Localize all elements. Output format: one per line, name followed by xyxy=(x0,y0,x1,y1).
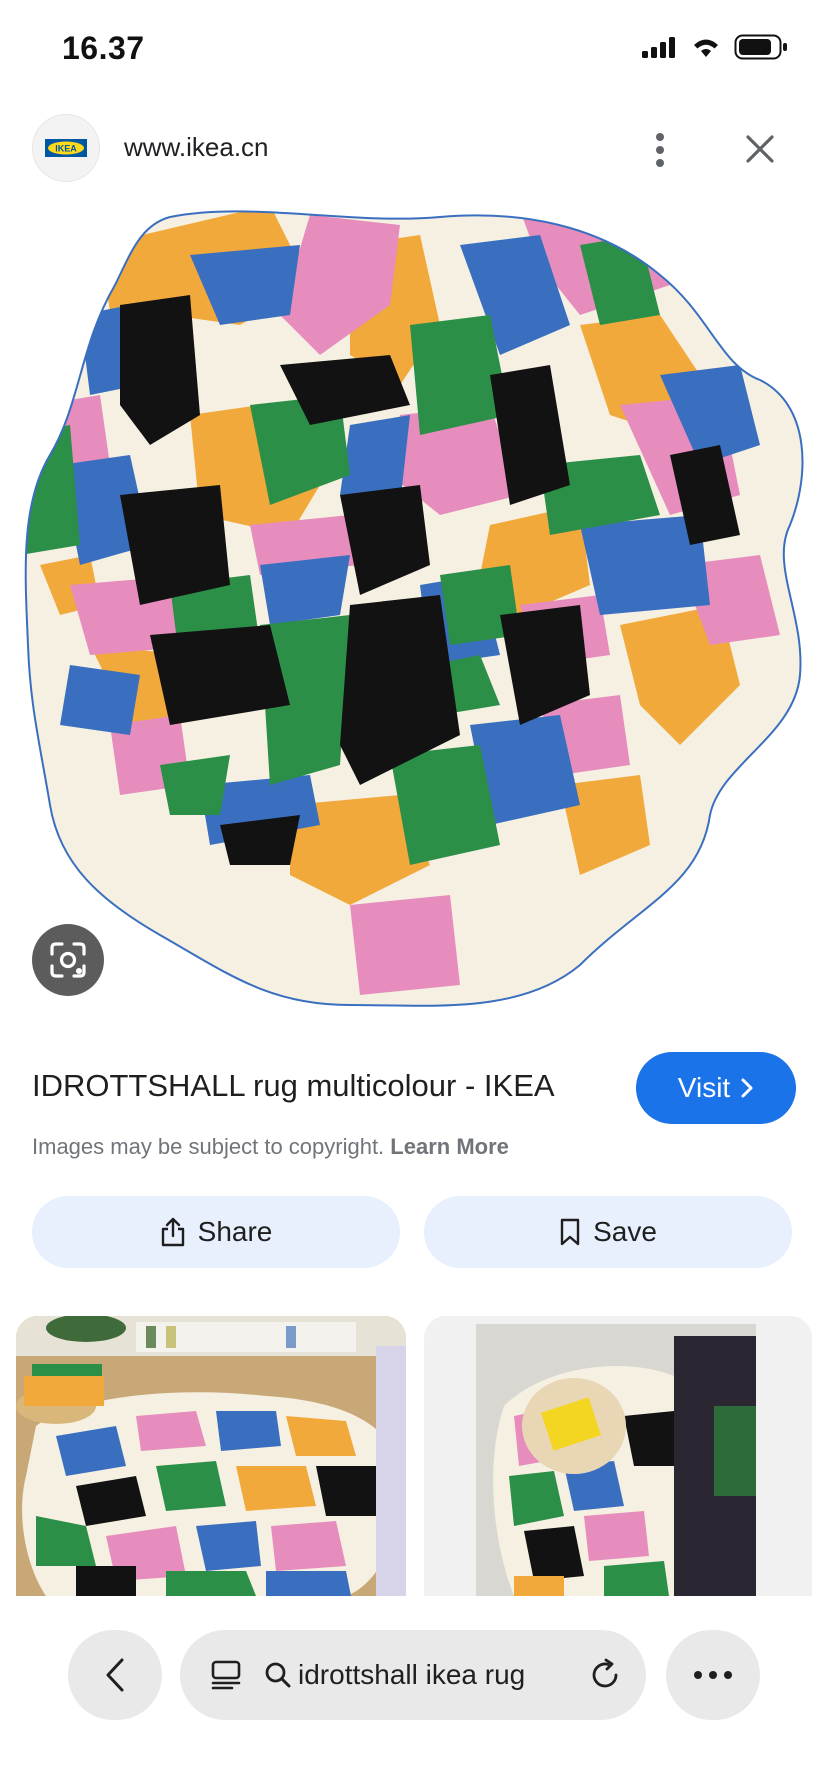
search-query[interactable]: idrottshall ikea rug xyxy=(298,1659,525,1691)
share-icon xyxy=(161,1217,184,1247)
more-button[interactable] xyxy=(666,1630,760,1720)
copyright-text: Images may be subject to copyright. xyxy=(32,1134,385,1159)
back-icon xyxy=(106,1658,124,1692)
wifi-icon xyxy=(694,39,718,57)
rug-image xyxy=(24,210,804,1007)
status-time: 16.37 xyxy=(62,30,145,66)
copyright-note: Images may be subject to copyright. Lear… xyxy=(32,1134,509,1160)
site-logo[interactable]: IKEA xyxy=(32,114,100,182)
bottom-bar: idrottshall ikea rug xyxy=(0,1596,828,1792)
more-icon xyxy=(694,1671,732,1679)
main-image[interactable] xyxy=(20,205,810,1015)
save-label: Save xyxy=(593,1216,657,1247)
visit-label: Visit xyxy=(677,1072,731,1103)
ikea-logo: IKEA xyxy=(45,139,87,157)
search-bar[interactable]: idrottshall ikea rug xyxy=(180,1630,646,1720)
back-button[interactable] xyxy=(68,1630,162,1720)
related-image-2[interactable] xyxy=(424,1316,812,1596)
result-title[interactable]: IDROTTSHALL rug multicolour - IKEA xyxy=(32,1068,555,1104)
site-header: IKEA www.ikea.cn xyxy=(0,112,828,188)
reload-icon[interactable] xyxy=(588,1658,622,1697)
battery-icon xyxy=(734,34,787,60)
lens-button[interactable] xyxy=(32,924,104,996)
close-icon xyxy=(746,135,774,163)
share-button[interactable]: Share xyxy=(32,1196,400,1268)
kebab-menu-icon xyxy=(656,133,664,167)
chevron-right-icon xyxy=(741,1078,753,1098)
related-rug-photo-1 xyxy=(16,1316,406,1596)
kebab-menu-button[interactable] xyxy=(640,122,680,178)
site-url[interactable]: www.ikea.cn xyxy=(124,132,269,163)
bookmark-icon xyxy=(560,1218,580,1246)
search-icon xyxy=(264,1661,292,1689)
visit-button[interactable]: Visit xyxy=(636,1052,796,1124)
share-label: Share xyxy=(197,1216,273,1247)
svg-text:IKEA: IKEA xyxy=(55,144,77,154)
tabs-icon[interactable] xyxy=(210,1659,242,1691)
signal-icon xyxy=(642,37,675,58)
status-bar: 16.37 xyxy=(0,0,828,100)
lens-icon xyxy=(50,942,86,978)
close-button[interactable] xyxy=(735,124,785,174)
learn-more-link[interactable]: Learn More xyxy=(390,1134,509,1159)
status-icons xyxy=(642,34,788,60)
related-rug-photo-2 xyxy=(424,1316,812,1596)
related-image-1[interactable] xyxy=(16,1316,406,1596)
save-button[interactable]: Save xyxy=(424,1196,792,1268)
